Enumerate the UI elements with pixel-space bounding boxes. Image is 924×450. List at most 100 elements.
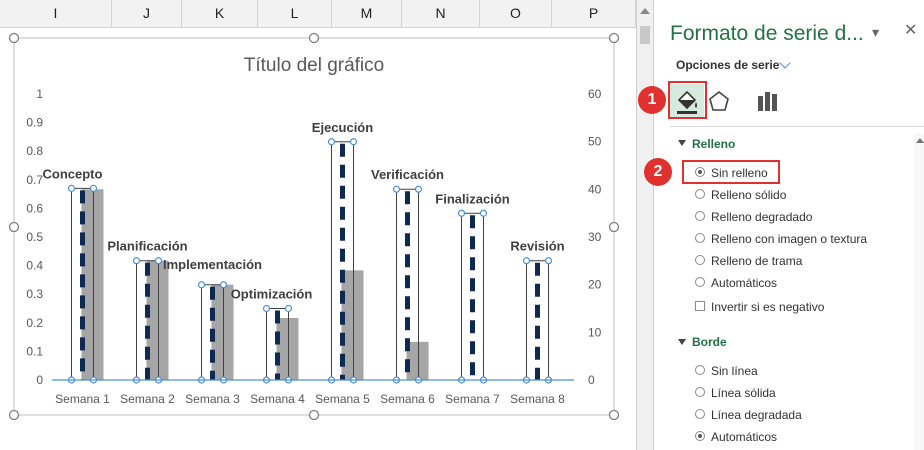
scroll-up-icon[interactable] (916, 138, 924, 143)
selection-handle[interactable] (544, 257, 553, 265)
y-axis-tick-label: 0.1 (26, 344, 43, 358)
column-header-n[interactable]: N (402, 0, 480, 27)
selection-handle[interactable] (219, 281, 228, 289)
y-axis-tick-label: 0.3 (26, 287, 43, 301)
data-label: Finalización (435, 191, 509, 206)
chart[interactable]: Título del gráfico 0 0.1 0.2 0.3 0.4 0.5 0.6 0.7… (0, 27, 636, 450)
y-axis-tick-label: 0.4 (26, 259, 43, 273)
format-series-panel: Formato de serie d... ▾ ✕ Opciones de se… (638, 0, 924, 450)
y2-axis-tick-label: 30 (588, 230, 602, 244)
column-header-k[interactable]: K (182, 0, 258, 27)
fill-option-label[interactable]: Relleno con imagen o textura (711, 232, 867, 246)
tab-effects[interactable] (702, 84, 736, 118)
selection-handle[interactable] (284, 304, 293, 313)
collapse-triangle-icon[interactable] (678, 140, 686, 146)
step-badge-2: 2 (644, 158, 672, 186)
y-axis-tick-label: 0.9 (26, 116, 43, 130)
chevron-down-icon[interactable] (779, 57, 791, 69)
column-header-j[interactable]: J (112, 0, 182, 27)
collapse-triangle-icon[interactable] (678, 339, 686, 345)
chart-area[interactable] (13, 37, 615, 416)
fill-option-label[interactable]: Relleno de trama (711, 254, 802, 268)
bar-secondary[interactable] (276, 318, 299, 380)
x-axis-tick-label: Semana 6 (380, 392, 435, 406)
invert-checkbox[interactable] (695, 301, 705, 311)
border-radio-0[interactable] (695, 365, 705, 375)
selection-handle[interactable] (154, 257, 163, 265)
column-header-p[interactable]: P (552, 0, 636, 27)
x-axis-tick-label: Semana 8 (510, 392, 565, 406)
data-label: Optimización (231, 287, 313, 302)
bar-secondary[interactable] (146, 260, 169, 380)
border-radio-1[interactable] (695, 387, 705, 397)
selection-handle[interactable] (457, 209, 466, 217)
panel-scrollbar[interactable] (914, 134, 924, 450)
pentagon-icon (709, 90, 729, 111)
tab-series-options[interactable] (750, 84, 784, 118)
data-label: Revisión (510, 239, 564, 254)
data-label: Ejecución (312, 120, 373, 135)
resize-handle[interactable] (608, 221, 620, 233)
x-axis-tick-label: Semana 1 (55, 392, 110, 406)
border-option-label[interactable]: Línea degradada (711, 408, 802, 422)
border-option-label[interactable]: Línea sólida (711, 386, 776, 400)
x-axis-tick-label: Semana 5 (315, 392, 370, 406)
selection-handle[interactable] (479, 209, 488, 217)
data-label: Planificación (107, 239, 187, 254)
fill-option-label[interactable]: Relleno sólido (711, 188, 786, 202)
no-fill-highlight (682, 160, 780, 184)
fill-radio-1[interactable] (695, 189, 705, 199)
sheet-scrollbar[interactable] (636, 0, 653, 450)
resize-handle[interactable] (608, 409, 620, 421)
y-axis-tick-label: 0 (36, 373, 43, 387)
y2-axis-tick-label: 50 (588, 135, 602, 149)
fill-option-label[interactable]: Automáticos (711, 276, 777, 290)
resize-handle[interactable] (8, 32, 20, 44)
selection-handle[interactable] (89, 184, 98, 192)
resize-handle[interactable] (308, 409, 320, 421)
x-axis-tick-label: Semana 4 (250, 392, 305, 406)
column-header-l[interactable]: L (258, 0, 332, 27)
chart-title: Título del gráfico (244, 55, 384, 76)
y2-axis-tick-label: 0 (588, 373, 595, 387)
fill-tab-highlight (668, 81, 707, 119)
fill-section-title[interactable]: Relleno (692, 137, 735, 151)
border-section-title[interactable]: Borde (692, 335, 727, 349)
y-axis-tick-label: 0.5 (26, 230, 43, 244)
resize-handle[interactable] (608, 32, 620, 44)
close-icon[interactable]: ✕ (904, 20, 917, 40)
selection-handle[interactable] (349, 138, 358, 146)
border-radio-2[interactable] (695, 409, 705, 419)
resize-handle[interactable] (8, 409, 20, 421)
column-header-i[interactable]: I (0, 0, 112, 27)
x-axis-tick-label: Semana 2 (120, 392, 175, 406)
fill-radio-5[interactable] (695, 277, 705, 287)
resize-handle[interactable] (8, 221, 20, 233)
fill-radio-2[interactable] (695, 211, 705, 221)
border-radio-3[interactable] (695, 431, 705, 441)
panel-options-chevron-icon[interactable]: ▾ (872, 24, 879, 41)
border-option-label[interactable]: Sin línea (711, 364, 758, 378)
selection-handle[interactable] (132, 257, 141, 265)
scroll-thumb[interactable] (640, 26, 650, 44)
fill-radio-3[interactable] (695, 233, 705, 243)
selection-handle[interactable] (392, 185, 401, 193)
y-axis-tick-label: 0.6 (26, 201, 43, 215)
scroll-up-arrow-icon[interactable] (640, 8, 650, 14)
fill-radio-4[interactable] (695, 255, 705, 265)
selection-handle[interactable] (197, 281, 206, 289)
resize-handle[interactable] (308, 32, 320, 44)
selection-handle[interactable] (327, 138, 336, 146)
column-header-o[interactable]: O (480, 0, 552, 27)
column-header-row: IJKLMNOP (0, 0, 636, 28)
data-label: Verificación (371, 167, 444, 182)
border-option-label[interactable]: Automáticos (711, 430, 777, 444)
selection-handle[interactable] (522, 257, 531, 265)
selection-handle[interactable] (67, 184, 76, 192)
divider (670, 126, 924, 127)
fill-option-label[interactable]: Relleno degradado (711, 210, 812, 224)
series-options-label[interactable]: Opciones de serie (676, 58, 779, 72)
selection-handle[interactable] (262, 304, 271, 313)
column-header-m[interactable]: M (332, 0, 402, 27)
selection-handle[interactable] (414, 185, 423, 193)
